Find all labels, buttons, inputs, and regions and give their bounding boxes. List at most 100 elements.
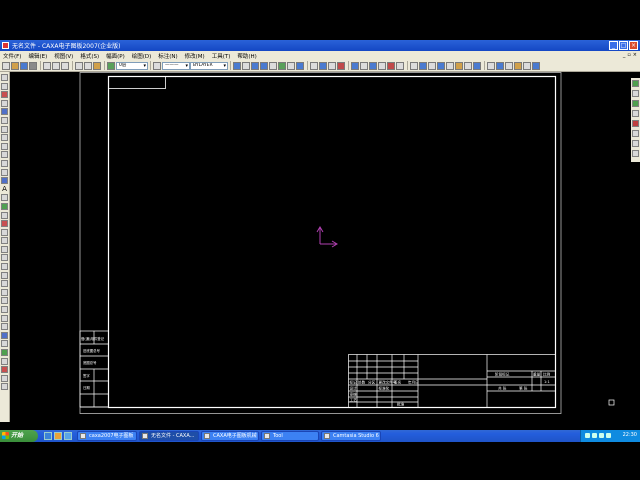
mdi-minimize-icon[interactable]: _ bbox=[623, 52, 626, 58]
point-snap-icon[interactable] bbox=[233, 61, 241, 70]
task-tool[interactable]: Tool bbox=[261, 431, 319, 441]
menu-modify[interactable]: 修改(M) bbox=[185, 52, 205, 60]
maximize-button[interactable]: □ bbox=[619, 41, 628, 50]
array-tool-icon[interactable] bbox=[1, 263, 8, 271]
menu-sheet[interactable]: 幅面(P) bbox=[106, 52, 125, 60]
menu-edit[interactable]: 编辑(E) bbox=[28, 52, 47, 60]
array-icon[interactable] bbox=[410, 61, 418, 70]
mirror-icon[interactable] bbox=[396, 61, 404, 70]
break-tool-icon[interactable] bbox=[1, 288, 8, 296]
polyline-icon[interactable] bbox=[1, 142, 8, 150]
print-icon[interactable] bbox=[29, 61, 37, 70]
frame-icon[interactable] bbox=[632, 140, 639, 147]
dimension-icon[interactable] bbox=[351, 61, 359, 70]
tray-security-icon[interactable] bbox=[606, 433, 611, 438]
explode-icon[interactable] bbox=[455, 61, 463, 70]
image-icon[interactable] bbox=[1, 202, 8, 210]
close-button[interactable]: × bbox=[629, 41, 638, 50]
match-icon[interactable] bbox=[319, 61, 327, 70]
tray-network-icon[interactable] bbox=[585, 433, 590, 438]
quicklaunch-desktop-icon[interactable] bbox=[44, 432, 52, 440]
scale-tool-icon[interactable] bbox=[1, 254, 8, 262]
tolerance-icon[interactable] bbox=[1, 349, 8, 356]
text-icon[interactable]: A bbox=[1, 185, 8, 193]
menu-tools[interactable]: 工具(T) bbox=[212, 52, 231, 60]
sheet-icon[interactable] bbox=[632, 130, 639, 137]
bom-icon[interactable] bbox=[632, 110, 639, 117]
layer-icon[interactable] bbox=[107, 61, 115, 70]
app-icon[interactable] bbox=[2, 42, 9, 49]
new-file-icon[interactable] bbox=[2, 61, 10, 70]
help-cursor-icon[interactable] bbox=[93, 61, 101, 70]
scale-icon[interactable] bbox=[419, 61, 427, 70]
polygon-icon[interactable] bbox=[1, 116, 8, 124]
open-file-icon[interactable] bbox=[11, 61, 19, 70]
save-icon[interactable] bbox=[20, 61, 28, 70]
mdi-close-icon[interactable]: × bbox=[633, 52, 637, 58]
quicklaunch-media-icon[interactable] bbox=[64, 432, 72, 440]
chamfer-tool-icon[interactable] bbox=[1, 306, 8, 314]
zoom-realtime-icon[interactable] bbox=[532, 61, 540, 70]
parts-icon[interactable] bbox=[632, 100, 639, 107]
menu-file[interactable]: 文件(F) bbox=[3, 52, 21, 60]
copy-icon[interactable] bbox=[52, 61, 60, 70]
titleblock-panel-icon[interactable] bbox=[632, 150, 639, 157]
properties-icon[interactable] bbox=[1, 383, 8, 391]
select-icon[interactable] bbox=[1, 74, 8, 81]
chamfer-icon[interactable] bbox=[473, 61, 481, 70]
query-icon[interactable] bbox=[496, 61, 504, 70]
linetype-icon[interactable] bbox=[153, 61, 161, 70]
tray-volume-icon[interactable] bbox=[592, 433, 597, 438]
layer-select[interactable]: 0层 bbox=[116, 61, 148, 70]
task-caxa-mech[interactable]: CAXA电子图板机械 bbox=[201, 431, 259, 441]
stretch-icon[interactable] bbox=[446, 61, 454, 70]
hatch-icon[interactable] bbox=[1, 177, 8, 185]
ellipse-icon[interactable] bbox=[1, 125, 8, 133]
zoom-all-icon[interactable] bbox=[269, 61, 277, 70]
linetype-preview[interactable]: ——— bbox=[162, 61, 190, 70]
block-icon[interactable] bbox=[1, 194, 8, 202]
balloon-panel-icon[interactable] bbox=[632, 120, 639, 127]
leader-icon[interactable] bbox=[1, 331, 8, 339]
rotate-icon[interactable] bbox=[428, 61, 436, 70]
table-icon[interactable] bbox=[328, 61, 336, 70]
copy-move-icon[interactable] bbox=[1, 228, 8, 236]
redraw-icon[interactable] bbox=[278, 61, 286, 70]
menu-format[interactable]: 格式(S) bbox=[80, 52, 99, 60]
move-icon[interactable] bbox=[437, 61, 445, 70]
drawing-canvas[interactable]: 标记 处数 分区 更改文件号 签名 年月日 设计 标准化 审核 工艺 批准 阶段… bbox=[11, 72, 630, 422]
menu-view[interactable]: 视图(V) bbox=[54, 52, 73, 60]
centerline-icon[interactable] bbox=[1, 159, 8, 167]
paste-icon[interactable] bbox=[61, 61, 69, 70]
trim-icon[interactable] bbox=[369, 61, 377, 70]
calc-icon[interactable] bbox=[505, 61, 513, 70]
menu-help[interactable]: 帮助(H) bbox=[237, 52, 256, 60]
menu-dimension[interactable]: 标注(N) bbox=[158, 52, 177, 60]
balloon-icon[interactable] bbox=[1, 366, 8, 374]
zoom-prev-icon[interactable] bbox=[287, 61, 295, 70]
extend-icon[interactable] bbox=[378, 61, 386, 70]
arrow-icon[interactable] bbox=[360, 61, 368, 70]
task-caxa2007[interactable]: caxa2007电子图板 bbox=[77, 431, 137, 441]
equidistant-icon[interactable] bbox=[1, 168, 8, 176]
library-icon[interactable] bbox=[514, 61, 522, 70]
line-icon[interactable] bbox=[1, 82, 8, 90]
mirror-tool-icon[interactable] bbox=[1, 245, 8, 253]
table-insert-icon[interactable] bbox=[1, 211, 8, 219]
undo-icon[interactable] bbox=[75, 61, 83, 70]
break-icon[interactable] bbox=[387, 61, 395, 70]
pan-icon[interactable] bbox=[251, 61, 259, 70]
zoom-in-icon[interactable] bbox=[296, 61, 304, 70]
cut-icon[interactable] bbox=[43, 61, 51, 70]
trim-tool-icon[interactable] bbox=[1, 271, 8, 279]
fillet-tool-icon[interactable] bbox=[1, 297, 8, 305]
drag-icon[interactable] bbox=[242, 61, 250, 70]
task-unnamed-file[interactable]: 无名文件 - CAXA... bbox=[139, 431, 199, 441]
spline-icon[interactable] bbox=[1, 134, 8, 142]
datum-icon[interactable] bbox=[1, 374, 8, 382]
delete-icon[interactable] bbox=[1, 220, 8, 228]
property-icon[interactable] bbox=[310, 61, 318, 70]
title-block-icon[interactable] bbox=[337, 61, 345, 70]
dimension-tool-icon[interactable] bbox=[1, 323, 8, 331]
zoom-window-icon[interactable] bbox=[260, 61, 268, 70]
